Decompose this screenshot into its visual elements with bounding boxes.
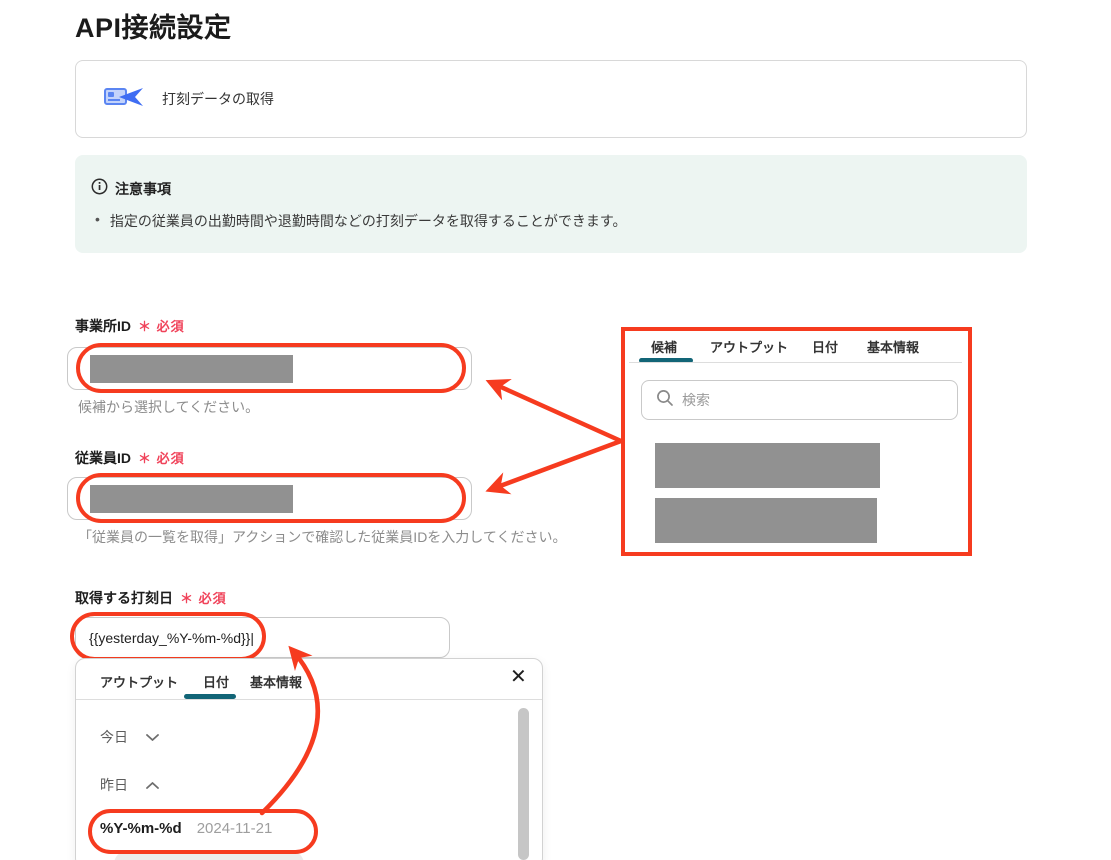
notice-item: • 指定の従業員の出勤時間や退勤時間などの打刻データを取得することができます。 [95,211,627,231]
notice-item-text: 指定の従業員の出勤時間や退勤時間などの打刻データを取得することができます。 [109,213,627,229]
arrow-to-employee-id [485,438,624,495]
arrow-to-office-id [485,379,624,444]
stamp-date-label: 取得する打刻日＊ 必須 [75,590,227,606]
notice-header: 注意事項 [91,178,171,200]
tab-basic-info[interactable]: 基本情報 [867,337,919,356]
next-item-partial [114,851,304,860]
bullet: • [95,211,100,227]
tab-divider [629,362,962,363]
info-icon [91,178,108,200]
office-id-helper: 候補から選択してください。 [78,399,260,415]
date-picker-panel: アウトプット 日付 基本情報 ✕ 今日 昨日 %Y-%m-%d 2024-11-… [75,658,543,860]
redacted-office-id-value [90,355,293,383]
tab-divider [76,699,542,700]
tab-output[interactable]: アウトプット [100,672,178,691]
required-badge: ＊ 必須 [180,591,227,606]
redacted-suggestion-1[interactable] [655,443,880,488]
group-today[interactable]: 今日 [100,727,159,747]
notice-title: 注意事項 [115,181,171,197]
api-connection-settings-page: API接続設定 打刻データの取得 注意事項 • 指定の従業員の出勤時間や退勤時間… [0,0,1111,860]
scrollbar-thumb[interactable] [518,708,529,860]
action-card[interactable]: 打刻データの取得 [75,60,1027,138]
employee-id-helper: 「従業員の一覧を取得」アクションで確認した従業員IDを入力してください。 [78,529,567,545]
tab-basic-info[interactable]: 基本情報 [250,672,302,691]
employee-id-label: 従業員ID ＊ 必須 [75,450,185,466]
stamp-date-input[interactable] [75,617,450,658]
office-id-label: 事業所ID ＊ 必須 [75,318,185,334]
required-badge: ＊ 必須 [138,451,185,466]
tab-date[interactable]: 日付 [203,672,229,691]
search-box[interactable] [641,380,958,420]
chevron-down-icon [146,729,159,745]
tab-date[interactable]: 日付 [812,337,838,356]
search-icon [656,389,674,412]
close-icon[interactable]: ✕ [510,667,527,687]
date-format-token: %Y-%m-%d [100,820,182,837]
group-yesterday[interactable]: 昨日 [100,775,159,795]
page-title: API接続設定 [75,13,232,43]
chevron-up-icon [146,777,159,793]
redacted-employee-id-value [90,485,293,513]
tab-output[interactable]: アウトプット [710,337,788,356]
tab-kouho[interactable]: 候補 [651,337,677,356]
date-format-item[interactable]: %Y-%m-%d 2024-11-21 [100,820,272,837]
redacted-suggestion-2[interactable] [655,498,877,543]
required-badge: ＊ 必須 [138,319,185,334]
timecard-import-icon [103,82,143,117]
notice-box: 注意事項 • 指定の従業員の出勤時間や退勤時間などの打刻データを取得することがで… [75,155,1027,253]
search-input[interactable] [682,392,922,408]
action-card-label: 打刻データの取得 [162,91,274,107]
date-format-example: 2024-11-21 [196,820,273,837]
suggestion-panel: 候補 アウトプット 日付 基本情報 [621,327,972,556]
